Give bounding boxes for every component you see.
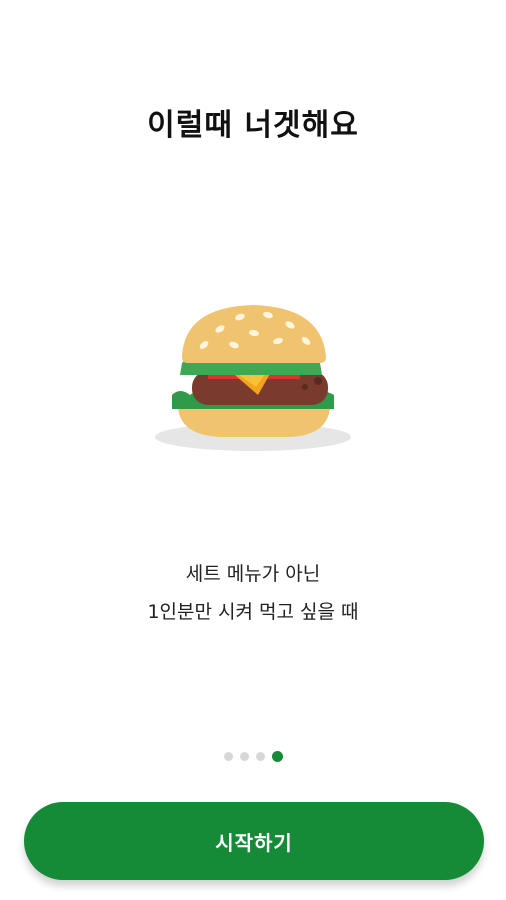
page-dot-2[interactable]: [239, 752, 249, 761]
onboarding-description: 세트 메뉴가 아닌 1인분만 시켜 먹고 싶을 때: [0, 555, 506, 631]
description-line-2: 1인분만 시켜 먹고 싶을 때: [147, 601, 359, 623]
page-dot-4-active[interactable]: [271, 751, 283, 762]
page-indicator: [0, 751, 506, 762]
start-button-label: 시작하기: [215, 830, 293, 855]
onboarding-screen: 이럴때 너겟해요 세트 메뉴가 아닌 1인분만 시켜 먹고 싶을 때 시작하기: [0, 0, 506, 900]
page-dot-1[interactable]: [223, 752, 233, 761]
description-line-1: 세트 메뉴가 아닌: [185, 563, 321, 585]
page-title: 이럴때 너겟해요: [147, 108, 359, 143]
burger-icon: [155, 305, 351, 451]
start-button[interactable]: 시작하기: [24, 802, 484, 880]
page-dot-3[interactable]: [255, 752, 265, 761]
